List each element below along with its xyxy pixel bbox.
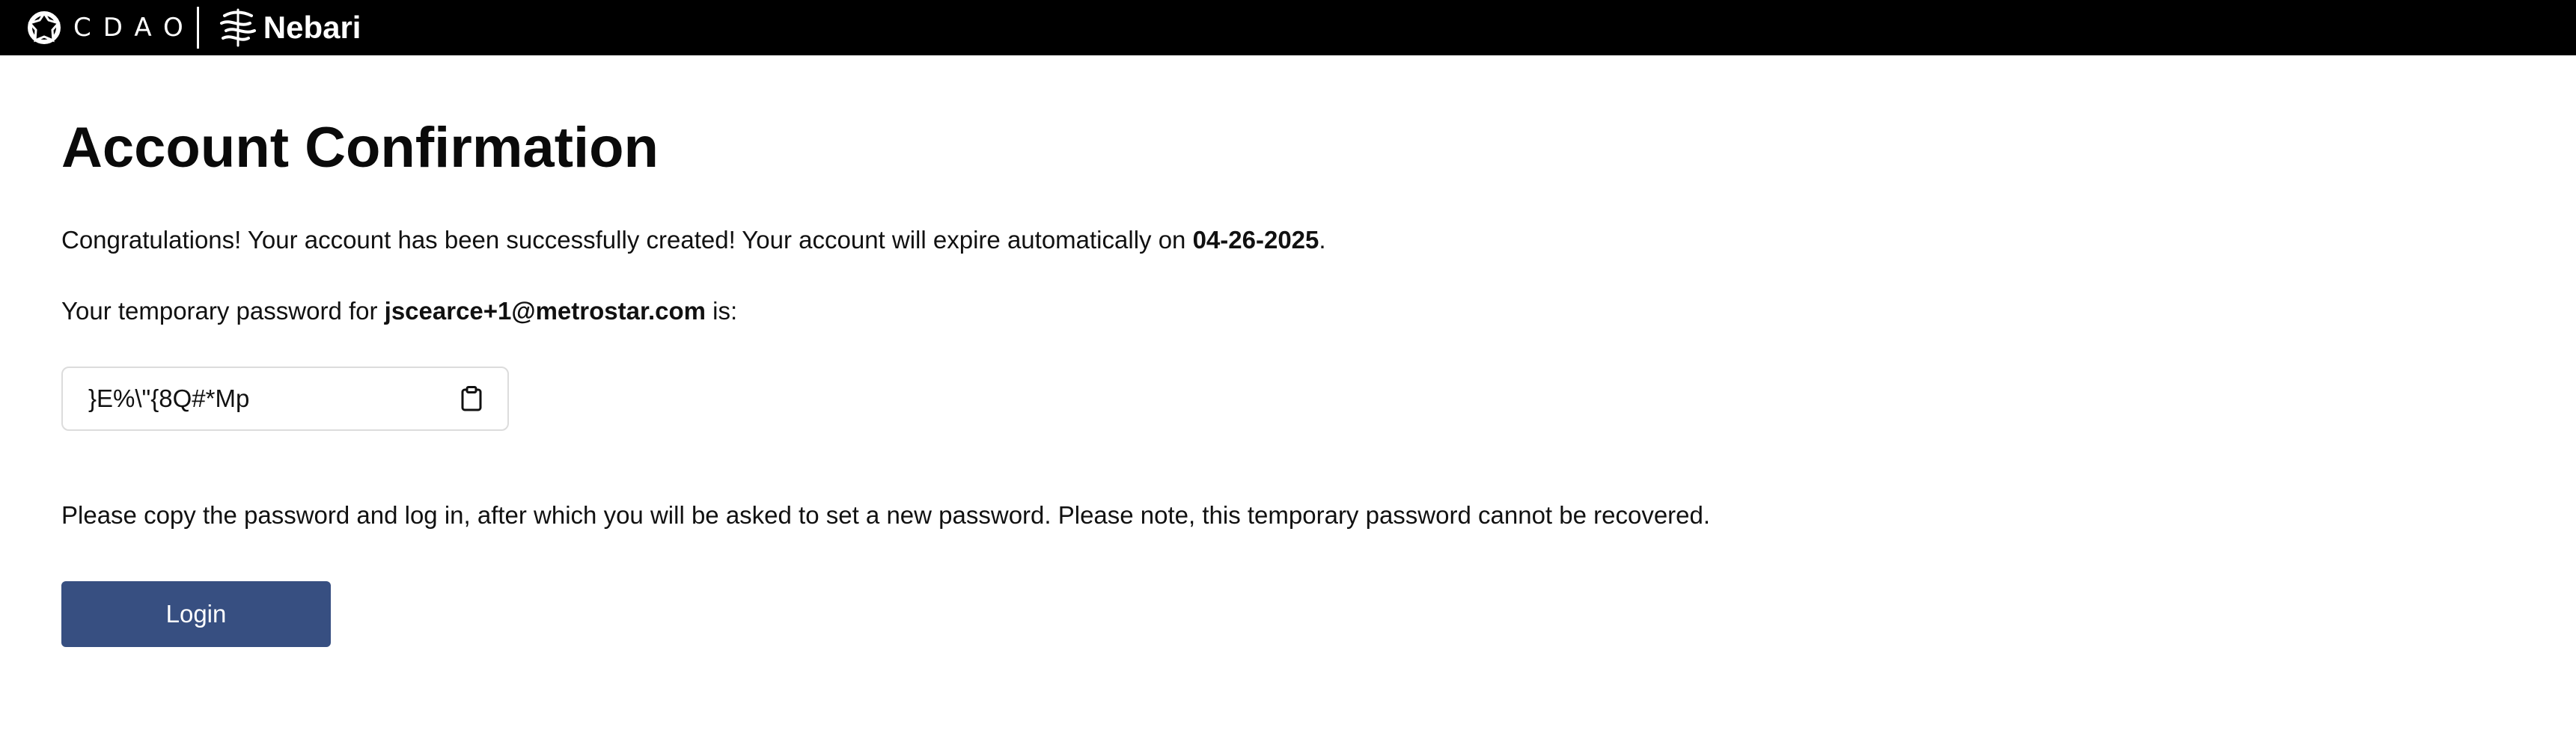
temporary-password-label: Your temporary password for jscearce+1@m… [61,297,737,325]
nebari-logo-text: Nebari [263,10,361,45]
cdao-logo-icon [28,11,61,44]
account-email: jscearce+1@metrostar.com [384,297,706,325]
password-instructions: Please copy the password and log in, aft… [61,501,1711,529]
temporary-password-value[interactable]: }E%\"{8Q#*Mp [88,384,455,413]
temporary-password-suffix: is: [706,297,738,325]
clipboard-icon [461,386,482,411]
congratulations-message: Congratulations! Your account has been s… [61,226,1326,254]
temporary-password-prefix: Your temporary password for [61,297,385,325]
login-button[interactable]: Login [61,581,331,647]
cdao-logo-text: CDAO [73,13,195,43]
temporary-password-field[interactable]: }E%\"{8Q#*Mp [61,367,509,431]
brand-divider [196,7,199,49]
nebari-logo-icon [219,8,256,47]
copy-password-button[interactable] [455,382,488,415]
congratulations-text: Congratulations! Your account has been s… [61,226,1193,254]
top-navigation-bar: CDAO Nebari [0,0,2576,55]
expiry-date: 04-26-2025 [1192,226,1319,254]
page-title: Account Confirmation [61,116,659,180]
brand-logos[interactable]: CDAO Nebari [25,0,361,55]
congratulations-period: . [1319,226,1326,254]
